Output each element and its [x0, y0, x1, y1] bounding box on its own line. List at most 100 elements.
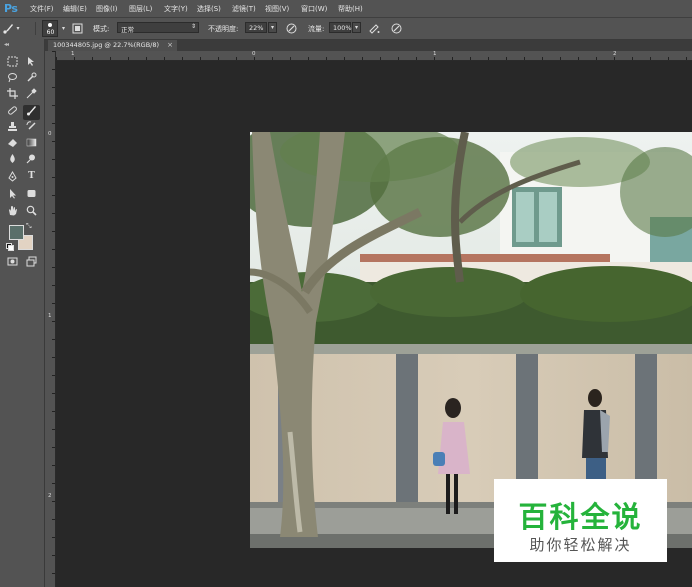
eyedropper-tool-icon[interactable]	[23, 88, 40, 103]
panel-grip-icon[interactable]: ◂◂	[4, 41, 9, 48]
menu-filter[interactable]: 滤镜(T)	[232, 4, 256, 14]
menu-edit[interactable]: 编辑(E)	[63, 4, 87, 14]
ruler-tick	[686, 57, 687, 60]
close-icon[interactable]: ×	[167, 40, 173, 51]
blur-tool-icon[interactable]	[4, 153, 21, 168]
ruler-tick	[52, 519, 55, 520]
ruler-tick	[614, 57, 615, 60]
chevron-down-icon[interactable]: ▾	[14, 22, 22, 35]
ruler-tick	[52, 105, 55, 106]
ruler-tick	[52, 393, 55, 394]
ruler-tick	[56, 57, 57, 60]
ruler-tick	[668, 57, 669, 60]
history-brush-tool-icon[interactable]	[23, 121, 40, 136]
ruler-label: 2	[48, 493, 52, 499]
ruler-tick	[52, 447, 55, 448]
default-colors-icon[interactable]	[6, 243, 14, 251]
ruler-tick	[52, 375, 55, 376]
opacity-input[interactable]: 22%	[245, 22, 267, 33]
path-selection-tool-icon[interactable]	[4, 188, 21, 203]
rectangular-marquee-tool-icon[interactable]	[4, 56, 21, 71]
foreground-color-swatch[interactable]	[9, 225, 24, 240]
ruler-tick	[52, 249, 55, 250]
chevron-down-icon[interactable]: ▾	[352, 22, 361, 33]
ruler-tick	[52, 87, 55, 88]
watermark-logo: 百科全说 助你轻松解决	[494, 479, 667, 562]
ruler-tick	[92, 57, 93, 60]
airbrush-icon[interactable]	[368, 22, 381, 35]
type-tool-icon[interactable]: T	[23, 171, 40, 186]
pen-tool-icon[interactable]	[4, 171, 21, 186]
menu-layer[interactable]: 图层(L)	[129, 4, 152, 14]
brush-dot-icon	[48, 23, 52, 27]
pressure-opacity-icon[interactable]	[285, 22, 298, 35]
document-tab[interactable]: 100344805.jpg @ 22.7%(RGB/8) ×	[48, 40, 178, 51]
quick-selection-tool-icon[interactable]	[23, 72, 40, 87]
eraser-tool-icon[interactable]	[4, 137, 21, 152]
menu-select[interactable]: 选择(S)	[197, 4, 221, 14]
ruler-tick	[52, 303, 55, 304]
ruler-tick	[632, 57, 633, 60]
dodge-tool-icon[interactable]	[23, 153, 40, 168]
menu-file[interactable]: 文件(F)	[30, 4, 54, 14]
horizontal-ruler[interactable]: 1 0 1 2	[56, 51, 692, 61]
ruler-tick	[52, 213, 55, 214]
brush-size-picker[interactable]: 60	[42, 20, 58, 37]
ruler-tick	[52, 483, 55, 484]
ruler-tick	[52, 465, 55, 466]
ruler-tick	[524, 57, 525, 60]
ruler-tick	[52, 141, 55, 142]
spot-healing-brush-tool-icon[interactable]	[4, 105, 21, 120]
ruler-tick	[272, 57, 273, 60]
ruler-tick	[470, 57, 471, 60]
shape-tool-icon[interactable]	[23, 188, 40, 203]
chevron-down-icon[interactable]: ▾	[268, 22, 277, 33]
ruler-tick	[128, 57, 129, 60]
brush-panel-toggle-icon[interactable]	[71, 22, 84, 35]
crop-tool-icon[interactable]	[4, 88, 21, 103]
ruler-tick	[200, 57, 201, 60]
swap-colors-icon[interactable]: ⤡	[26, 222, 32, 231]
photoshop-logo: Ps	[4, 2, 18, 15]
ruler-label: 0	[48, 131, 52, 137]
screen-mode-icon[interactable]	[23, 256, 40, 271]
menu-type[interactable]: 文字(Y)	[164, 4, 188, 14]
zoom-tool-icon[interactable]	[23, 205, 40, 220]
pressure-size-icon[interactable]	[390, 22, 403, 35]
move-tool-icon[interactable]	[23, 56, 40, 71]
menu-help[interactable]: 帮助(H)	[338, 4, 363, 14]
opacity-value: 22%	[249, 24, 264, 32]
menu-view[interactable]: 视图(V)	[265, 4, 289, 14]
ruler-tick	[182, 57, 183, 60]
clone-stamp-tool-icon[interactable]	[4, 121, 21, 136]
vertical-ruler[interactable]: 0 1 2	[45, 51, 56, 587]
ruler-tick	[434, 57, 435, 60]
gradient-tool-icon[interactable]	[23, 137, 40, 152]
menu-window[interactable]: 窗口(W)	[301, 4, 327, 14]
menu-bar: Ps 文件(F) 编辑(E) 图像(I) 图层(L) 文字(Y) 选择(S) 滤…	[0, 0, 692, 18]
document-tab-bar: 100344805.jpg @ 22.7%(RGB/8) ×	[45, 40, 692, 51]
ruler-tick	[52, 195, 55, 196]
ruler-tick	[52, 321, 55, 322]
chevron-down-icon[interactable]: ▾	[59, 24, 68, 33]
ruler-tick	[52, 267, 55, 268]
flow-input[interactable]: 100%	[329, 22, 352, 33]
ruler-tick	[236, 57, 237, 60]
menu-image[interactable]: 图像(I)	[96, 4, 118, 14]
document-tab-title: 100344805.jpg @ 22.7%(RGB/8)	[53, 41, 160, 49]
ruler-tick	[52, 285, 55, 286]
mode-select[interactable]: 正常 ⇕	[117, 22, 199, 34]
lasso-tool-icon[interactable]	[4, 72, 21, 87]
flow-label: 流量:	[308, 25, 325, 33]
hand-tool-icon[interactable]	[4, 205, 21, 220]
mode-label: 模式:	[93, 25, 110, 33]
brush-tool-icon[interactable]	[23, 105, 40, 120]
ruler-tick	[290, 57, 291, 60]
ruler-tick	[52, 339, 55, 340]
opacity-label: 不透明度:	[208, 25, 239, 33]
ruler-tick	[362, 57, 363, 60]
quick-mask-icon[interactable]	[4, 256, 21, 271]
ruler-tick	[254, 57, 255, 60]
ruler-tick	[52, 501, 55, 502]
ruler-tick	[398, 57, 399, 60]
